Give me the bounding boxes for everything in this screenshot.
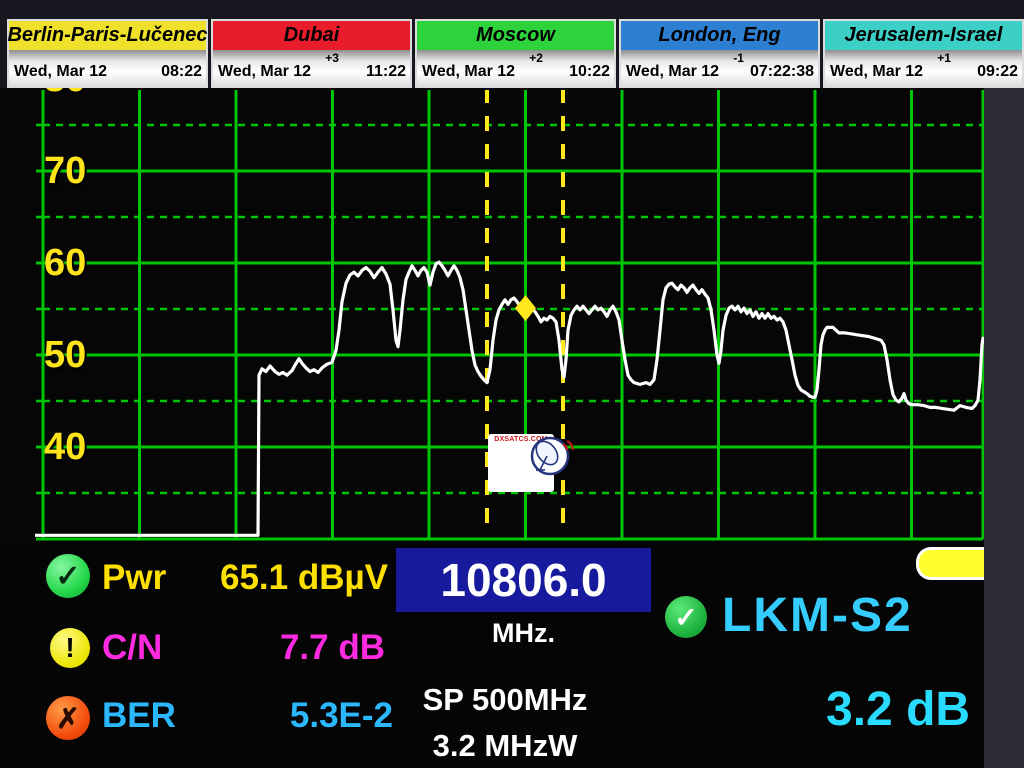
clock-body: Wed, Mar 12 08:22 [9, 50, 206, 86]
y-axis-tick-label: 50 [44, 334, 104, 376]
satellite-dish-icon [523, 436, 581, 476]
clock-date: Wed, Mar 12 [218, 63, 311, 81]
y-axis-tick-label: 60 [44, 242, 104, 284]
clock-city-label: London, Eng [621, 21, 818, 50]
spectrum-chart: 80 70 60 50 40 DXSATCS.COM [0, 88, 985, 544]
clock-time: 07:22:38 [750, 63, 814, 81]
clock-body: Wed, Mar 12 +1 09:22 [825, 50, 1022, 86]
right-margin-strip [984, 88, 1024, 768]
clock-body: Wed, Mar 12 +3 11:22 [213, 50, 410, 86]
standard-ok-check-icon: ✓ [665, 596, 707, 638]
clock-date: Wed, Mar 12 [626, 63, 719, 81]
frequency-unit: MHz. [396, 618, 651, 649]
cn-value: 7.7 dB [170, 628, 385, 668]
clock-utc-offset: +2 [529, 51, 543, 65]
clock-time: 08:22 [161, 63, 202, 81]
dxsatcs-logo: DXSATCS.COM [488, 434, 554, 492]
cn-label: C/N [102, 628, 162, 668]
ber-label: BER [102, 696, 176, 736]
pwr-ok-check-icon: ✓ [46, 554, 90, 598]
pwr-value: 65.1 dBµV [160, 558, 388, 598]
pwr-label: Pwr [102, 558, 166, 598]
clock-date: Wed, Mar 12 [422, 63, 515, 81]
clock-panel-moscow: Moscow Wed, Mar 12 +2 10:22 [415, 19, 616, 88]
big-db-value: 3.2 dB [826, 682, 970, 737]
clock-body: Wed, Mar 12 +2 10:22 [417, 50, 614, 86]
cn-warning-icon: ! [50, 628, 90, 668]
bandwidth-setting: 3.2 MHzW [400, 728, 610, 764]
clock-utc-offset: +3 [325, 51, 339, 65]
clock-city-label: Dubai [213, 21, 410, 50]
span-setting: SP 500MHz [400, 682, 610, 718]
clock-time: 10:22 [569, 63, 610, 81]
clock-utc-offset: -1 [733, 51, 744, 65]
frequency-display: 10806.0 [396, 548, 651, 612]
clock-city-label: Berlin-Paris-Lučenec [9, 21, 206, 50]
clock-date: Wed, Mar 12 [830, 63, 923, 81]
world-clock-panels: Berlin-Paris-Lučenec Wed, Mar 12 08:22 D… [7, 19, 1024, 88]
readout-panel: ✓ Pwr 65.1 dBµV ! C/N 7.7 dB ✗ BER 5.3E-… [0, 544, 1024, 768]
clock-panel-berlin: Berlin-Paris-Lučenec Wed, Mar 12 08:22 [7, 19, 208, 88]
clock-time: 09:22 [977, 63, 1018, 81]
clock-panel-london: London, Eng Wed, Mar 12 -1 07:22:38 [619, 19, 820, 88]
world-clock-bar: Berlin-Paris-Lučenec Wed, Mar 12 08:22 D… [0, 0, 1024, 88]
clock-body: Wed, Mar 12 -1 07:22:38 [621, 50, 818, 86]
y-axis-tick-label: 40 [44, 426, 104, 468]
clock-city-label: Moscow [417, 21, 614, 50]
yellow-indicator-pill [916, 547, 988, 580]
satellite-meter-screen: Berlin-Paris-Lučenec Wed, Mar 12 08:22 D… [0, 0, 1024, 768]
y-axis-tick-label: 70 [44, 150, 104, 192]
clock-city-label: Jerusalem-Israel [825, 21, 1022, 50]
clock-date: Wed, Mar 12 [14, 63, 107, 81]
clock-panel-jerusalem: Jerusalem-Israel Wed, Mar 12 +1 09:22 [823, 19, 1024, 88]
clock-panel-dubai: Dubai Wed, Mar 12 +3 11:22 [211, 19, 412, 88]
clock-time: 11:22 [366, 63, 406, 81]
y-axis-tick-label: 80 [44, 88, 104, 100]
clock-utc-offset: +1 [937, 51, 951, 65]
standard-label: LKM-S2 [722, 588, 913, 643]
ber-fail-x-icon: ✗ [46, 696, 90, 740]
ber-value: 5.3E-2 [180, 696, 393, 736]
